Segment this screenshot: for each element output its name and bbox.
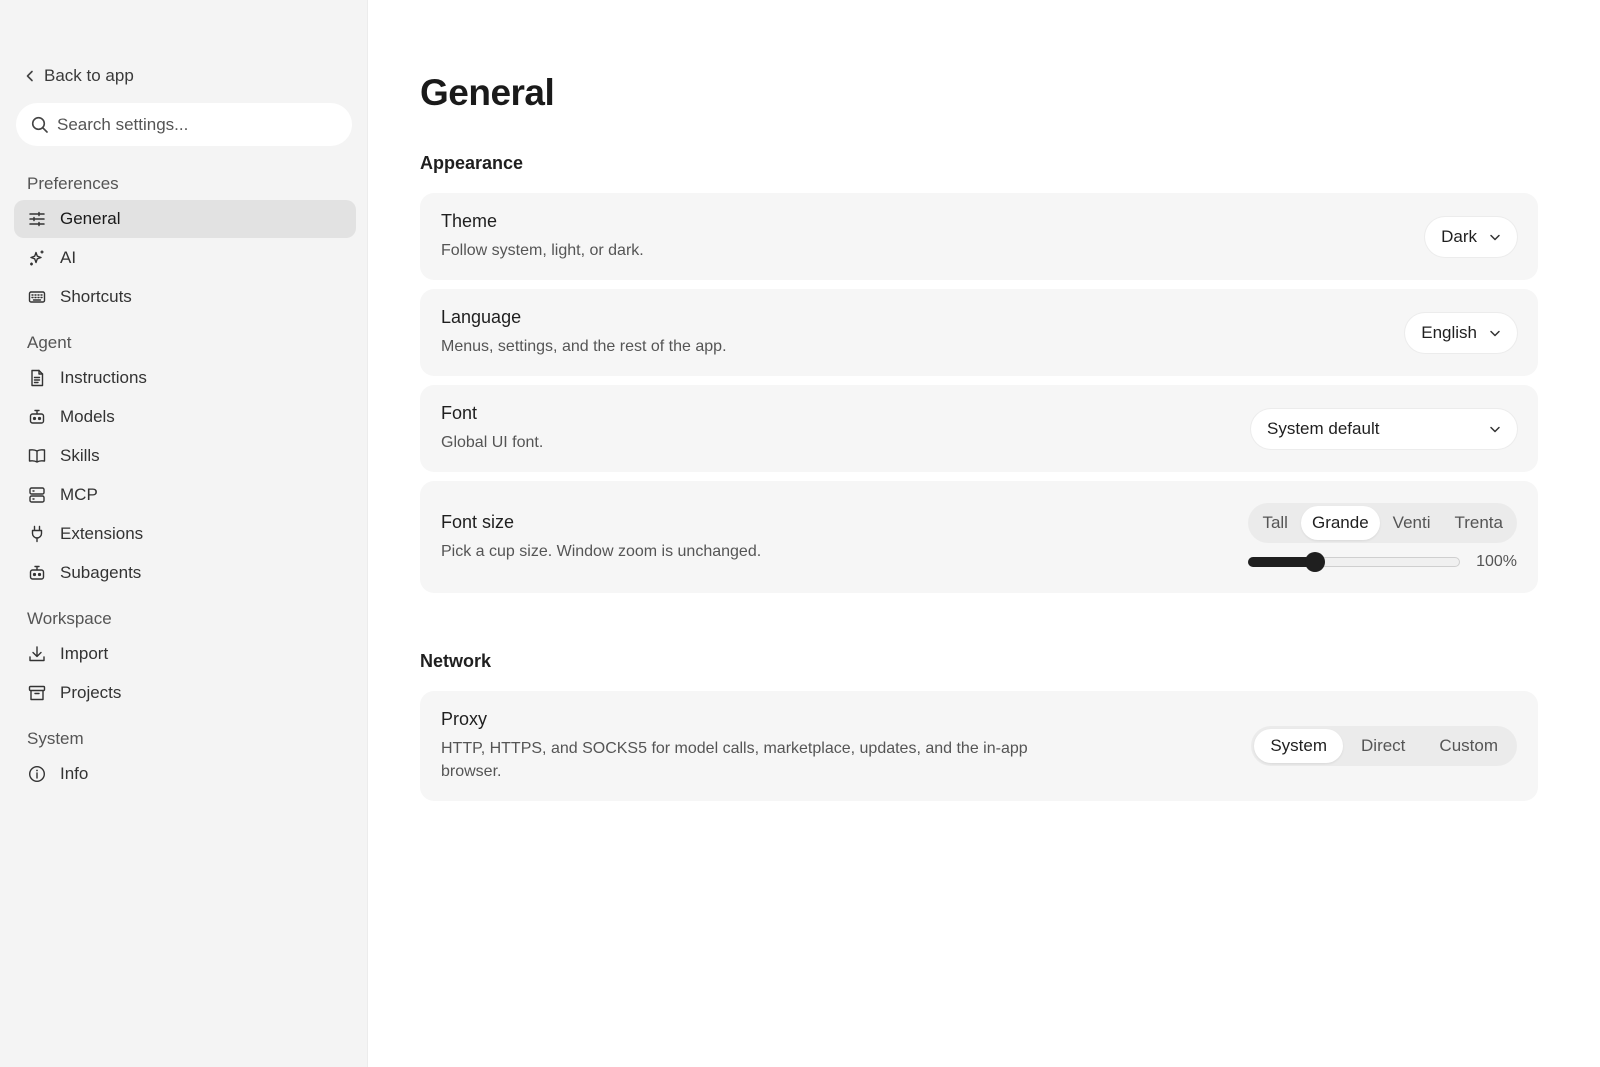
archive-icon bbox=[28, 685, 46, 701]
theme-setting-card: Theme Follow system, light, or dark. Dar… bbox=[420, 193, 1538, 280]
server-icon bbox=[29, 487, 45, 503]
font-dropdown-value: System default bbox=[1267, 418, 1380, 438]
sidebar-item-skills[interactable]: Skills bbox=[14, 437, 356, 475]
zoom-slider-thumb[interactable] bbox=[1304, 552, 1325, 572]
plug-icon bbox=[31, 525, 43, 543]
search-input[interactable] bbox=[57, 114, 327, 135]
proxy-title: Proxy bbox=[441, 709, 488, 729]
font-setting-card: Font Global UI font. System default bbox=[420, 385, 1538, 472]
font-dropdown[interactable]: System default bbox=[1251, 408, 1517, 449]
chevron-down-icon bbox=[1490, 330, 1500, 336]
section-title-appearance: Appearance bbox=[420, 153, 524, 173]
sidebar-item-label: Projects bbox=[60, 683, 122, 702]
proxy-option-system[interactable]: System bbox=[1254, 729, 1344, 763]
sidebar-item-projects[interactable]: Projects bbox=[14, 674, 356, 712]
sidebar-item-ai[interactable]: AI bbox=[14, 239, 356, 277]
proxy-setting-card: Proxy HTTP, HTTPS, and SOCKS5 for model … bbox=[420, 691, 1538, 801]
sidebar-item-label: Import bbox=[60, 644, 109, 663]
theme-description: Follow system, light, or dark. bbox=[441, 242, 644, 259]
font-description: Global UI font. bbox=[441, 434, 544, 451]
back-to-app-label: Back to app bbox=[44, 66, 134, 85]
theme-dropdown-value: Dark bbox=[1441, 226, 1477, 246]
sidebar-item-models[interactable]: Models bbox=[14, 398, 356, 436]
proxy-option-custom[interactable]: Custom bbox=[1423, 729, 1514, 763]
font-size-description: Pick a cup size. Window zoom is unchange… bbox=[441, 542, 762, 560]
robot-icon bbox=[29, 565, 45, 580]
download-icon bbox=[29, 646, 45, 662]
settings-main: General Appearance Theme Follow system, … bbox=[368, 0, 1600, 1067]
book-icon bbox=[28, 449, 46, 463]
cup-size-option-tall[interactable]: Tall bbox=[1251, 506, 1299, 540]
zoom-slider[interactable] bbox=[1248, 552, 1461, 572]
font-title: Font bbox=[441, 403, 478, 423]
back-to-app-link[interactable]: Back to app bbox=[24, 66, 134, 86]
sidebar-item-import[interactable]: Import bbox=[14, 635, 356, 673]
sidebar-item-label: Subagents bbox=[60, 563, 142, 582]
sidebar-item-instructions[interactable]: Instructions bbox=[14, 359, 356, 397]
cup-size-selector: Tall Grande Venti Trenta bbox=[1248, 503, 1517, 543]
cup-size-option-venti[interactable]: Venti bbox=[1382, 506, 1442, 540]
page-title: General bbox=[420, 72, 555, 113]
sliders-icon bbox=[29, 211, 45, 227]
nav-section-agent: Agent bbox=[27, 333, 72, 352]
nav-section-preferences: Preferences bbox=[27, 174, 119, 193]
sidebar-item-label: Instructions bbox=[60, 368, 147, 387]
sidebar-item-label: Info bbox=[60, 764, 89, 783]
cup-size-option-trenta[interactable]: Trenta bbox=[1443, 506, 1514, 540]
font-size-setting-card: Font size Pick a cup size. Window zoom i… bbox=[420, 481, 1538, 593]
language-setting-card: Language Menus, settings, and the rest o… bbox=[420, 289, 1538, 376]
sidebar-item-shortcuts[interactable]: Shortcuts bbox=[14, 278, 356, 316]
nav-section-workspace: Workspace bbox=[27, 609, 112, 628]
search-box[interactable] bbox=[16, 103, 352, 146]
sidebar-item-label: MCP bbox=[60, 485, 98, 504]
sidebar-item-label: Extensions bbox=[60, 524, 144, 543]
sidebar-item-label: General bbox=[60, 209, 121, 228]
sidebar-item-subagents[interactable]: Subagents bbox=[14, 554, 356, 592]
settings-nav: Preferences General AI Shortcuts Agent I… bbox=[14, 168, 356, 794]
language-title: Language bbox=[441, 307, 522, 327]
proxy-description-line-2: browser. bbox=[441, 763, 502, 780]
theme-dropdown[interactable]: Dark bbox=[1425, 216, 1517, 257]
sidebar-item-label: Shortcuts bbox=[60, 287, 132, 306]
info-icon bbox=[28, 765, 46, 783]
proxy-mode-selector: System Direct Custom bbox=[1251, 726, 1517, 766]
robot-icon bbox=[29, 409, 45, 424]
chevron-left-icon bbox=[26, 70, 33, 82]
sidebar-item-label: Models bbox=[60, 407, 115, 426]
sidebar-item-label: Skills bbox=[60, 446, 100, 465]
search-icon bbox=[31, 116, 48, 133]
sidebar-item-extensions[interactable]: Extensions bbox=[14, 515, 356, 553]
keyboard-icon bbox=[28, 291, 46, 303]
document-icon bbox=[31, 369, 44, 387]
chevron-down-icon bbox=[1490, 426, 1500, 432]
language-description: Menus, settings, and the rest of the app… bbox=[441, 338, 727, 355]
font-size-title: Font size bbox=[441, 511, 515, 532]
proxy-description: HTTP, HTTPS, and SOCKS5 for model calls,… bbox=[441, 737, 1028, 783]
theme-title: Theme bbox=[441, 211, 498, 231]
sidebar-item-general[interactable]: General bbox=[14, 200, 356, 238]
nav-section-system: System bbox=[27, 729, 84, 748]
section-title-network: Network bbox=[420, 651, 492, 671]
proxy-description-line-1: HTTP, HTTPS, and SOCKS5 for model calls,… bbox=[441, 740, 1028, 757]
language-dropdown[interactable]: English bbox=[1405, 312, 1517, 353]
sidebar: Back to app Preferences General AI Short… bbox=[0, 0, 368, 1067]
cup-size-option-grande[interactable]: Grande bbox=[1300, 506, 1380, 540]
language-dropdown-value: English bbox=[1421, 322, 1477, 342]
zoom-value: 100% bbox=[1476, 553, 1517, 570]
sidebar-item-info[interactable]: Info bbox=[14, 755, 356, 793]
sidebar-item-label: AI bbox=[60, 248, 77, 267]
chevron-down-icon bbox=[1490, 234, 1500, 240]
sidebar-item-mcp[interactable]: MCP bbox=[14, 476, 356, 514]
sparkles-icon bbox=[30, 250, 44, 266]
proxy-option-direct[interactable]: Direct bbox=[1345, 729, 1421, 763]
